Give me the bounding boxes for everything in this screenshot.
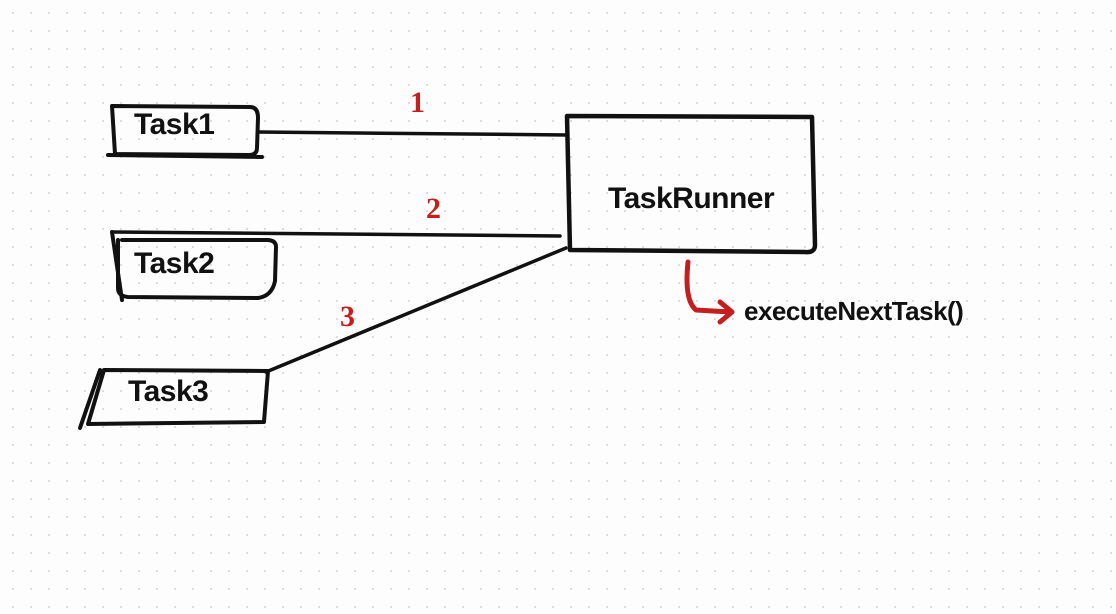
taskrunner-label: TaskRunner	[608, 182, 774, 216]
method-label: executeNextTask()	[744, 296, 963, 327]
diagram-canvas: Task1 Task2 Task3 TaskRunner executeNext…	[0, 0, 1116, 614]
order-annotation-3: 3	[340, 300, 355, 334]
order-annotation-2: 2	[426, 192, 441, 226]
order-annotation-1: 1	[410, 86, 425, 120]
task3-label: Task3	[128, 375, 208, 409]
task2-label: Task2	[134, 247, 214, 281]
task1-label: Task1	[134, 108, 214, 142]
